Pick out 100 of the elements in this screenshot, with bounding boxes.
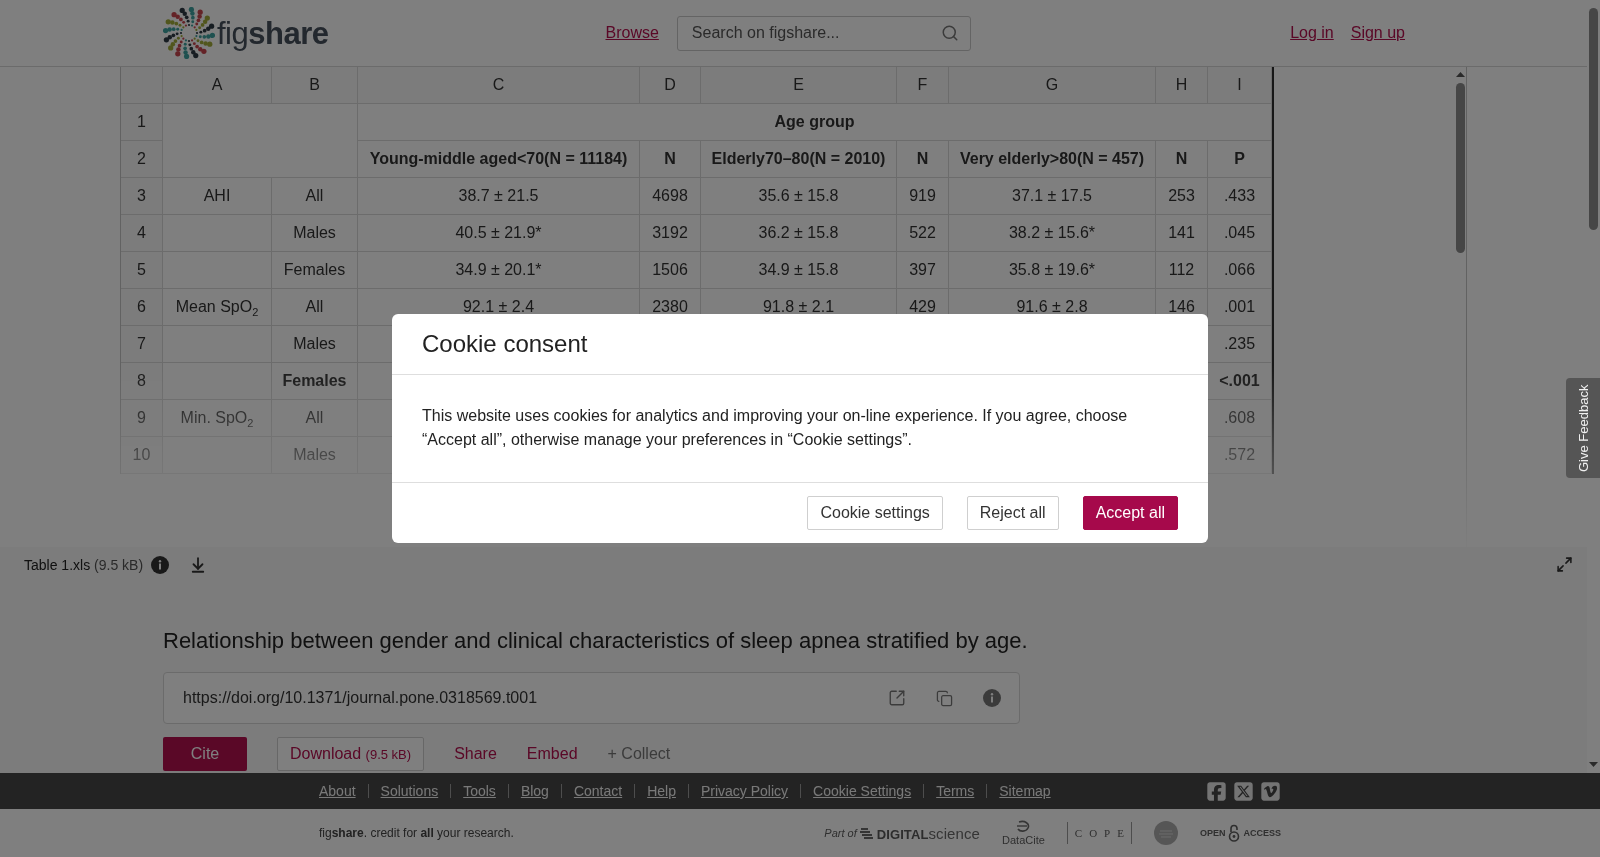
collect-link[interactable]: + Collect [607,745,671,763]
doi-link[interactable]: https://doi.org/10.1371/journal.pone.0318569.t001 [183,689,538,707]
table-cell: Males [272,326,358,363]
file-name: Table 1.xls (9.5 kB) [24,556,144,573]
tagline: figshare. credit for all your research. [319,826,514,840]
column-header[interactable]: F [897,67,949,104]
table-cell: 34.9 ± 15.8 [701,252,897,289]
column-header[interactable]: H [1156,67,1208,104]
logo-icon [163,7,215,59]
feedback-tab[interactable]: Give Feedback [1566,378,1600,478]
curve-logo-icon [1015,820,1032,834]
corner-cell[interactable] [121,67,163,104]
row-number[interactable]: 2 [121,141,163,178]
logo-link[interactable]: figshare [163,7,329,59]
account-link[interactable]: Sign up [1350,24,1405,42]
column-header[interactable]: A [163,67,272,104]
table-header-cell: N [897,141,949,178]
scrollbar-thumb[interactable] [1455,83,1465,253]
info-icon[interactable] [983,689,1001,707]
footer-link[interactable]: Contact [560,784,635,798]
caret-down-icon[interactable] [1589,762,1598,767]
dialog-message: This website uses cookies for analytics and improving your on-line experience. If you agree, choose “Accept all”, otherwise manage your preferences in “Cookie settings”. [421,406,1129,450]
table-cell: 919 [897,178,949,215]
action-link[interactable]: Embed [526,745,578,763]
table-cell: Females [272,363,358,400]
footer-link[interactable]: Tools [450,784,508,798]
browse-link[interactable]: Browse [605,24,659,42]
scrollbar-thumb[interactable] [1589,8,1598,230]
table-cell: .045 [1208,215,1272,252]
download-button[interactable]: Download (9.5 kB) [277,737,425,771]
partner-logo-link[interactable]: DataCite [1002,820,1045,846]
dialog-button[interactable]: Reject all [966,496,1059,530]
footer-link[interactable]: Help [634,784,688,798]
action-link[interactable]: Share [454,745,497,763]
table-cell: All [272,400,358,437]
row-number[interactable]: 8 [121,363,163,400]
accept-button[interactable]: Accept all [1082,496,1178,530]
stripes-logo-icon [859,826,874,840]
table-header-cell: N [640,141,701,178]
row-number[interactable]: 4 [121,215,163,252]
dialog-button[interactable]: Cookie settings [807,496,943,530]
round-logo-icon[interactable] [1153,821,1178,845]
table-cell: .066 [1208,252,1272,289]
caret-up-icon[interactable] [1455,72,1465,77]
footer-link[interactable]: Terms [923,784,987,798]
dialog-title: Cookie consent [422,330,588,358]
partner-logo-link[interactable]: Part of DIGITALscience [824,824,981,842]
table-cell: 3192 [640,215,701,252]
info-icon[interactable] [151,555,170,574]
row-number[interactable]: 3 [121,178,163,215]
table-cell: AHI [163,178,272,215]
facebook-icon[interactable] [1206,780,1227,802]
table-cell: .608 [1208,400,1272,437]
account-link[interactable]: Log in [1290,24,1334,42]
row-number[interactable]: 10 [121,437,163,474]
table-cell: Females [272,252,358,289]
row-number[interactable]: 9 [121,400,163,437]
search-icon[interactable] [940,23,959,42]
table-cell: 141 [1156,215,1208,252]
partner-logo-link[interactable]: COPE [1066,822,1132,844]
table-cell: 35.8 ± 19.6* [949,252,1156,289]
table-cell: .235 [1208,326,1272,363]
row-number[interactable]: 1 [121,104,163,141]
footer-link[interactable]: Blog [507,784,561,798]
open-lock-icon [1228,824,1241,842]
table-cell: .433 [1208,178,1272,215]
table-cell: .001 [1208,289,1272,326]
table-cell: Mean SpO$_{2}$ [163,289,272,326]
table-header-cell: Very elderly>80(N = 457) [949,141,1156,178]
x-icon[interactable] [1233,780,1254,802]
table-cell: 38.7 ± 21.5 [358,178,640,215]
footer-link[interactable]: Sitemap [986,784,1063,798]
search-field[interactable]: Search on figshare... [676,15,971,51]
table-cell: 253 [1156,178,1208,215]
column-header[interactable]: G [949,67,1156,104]
column-header[interactable]: I [1208,67,1272,104]
partner-logo-link[interactable]: OPEN ACCESS [1199,824,1281,842]
column-header[interactable]: D [640,67,701,104]
cite-button[interactable]: Cite [163,737,247,771]
footer-link[interactable]: Solutions [367,784,451,798]
table-cell: Min. SpO$_{2}$ [163,400,272,437]
row-number[interactable]: 5 [121,252,163,289]
expand-icon[interactable] [1556,556,1573,573]
external-link-icon[interactable] [888,689,906,707]
column-header[interactable]: B [272,67,358,104]
table-cell: All [272,289,358,326]
table-header-cell: Elderly70–80(N = 2010) [701,141,897,178]
table-cell: <.001 [1208,363,1272,400]
table-cell: Males [272,437,358,474]
column-header[interactable]: C [358,67,640,104]
footer-link[interactable]: Cookie Settings [800,784,924,798]
column-header[interactable]: E [701,67,897,104]
footer-link[interactable]: About [319,784,368,798]
copy-icon[interactable] [936,689,953,707]
table-cell: 397 [897,252,949,289]
row-number[interactable]: 7 [121,326,163,363]
footer-link[interactable]: Privacy Policy [687,784,801,798]
table-header-cell: N [1156,141,1208,178]
vimeo-icon[interactable] [1260,780,1281,802]
row-number[interactable]: 6 [121,289,163,326]
